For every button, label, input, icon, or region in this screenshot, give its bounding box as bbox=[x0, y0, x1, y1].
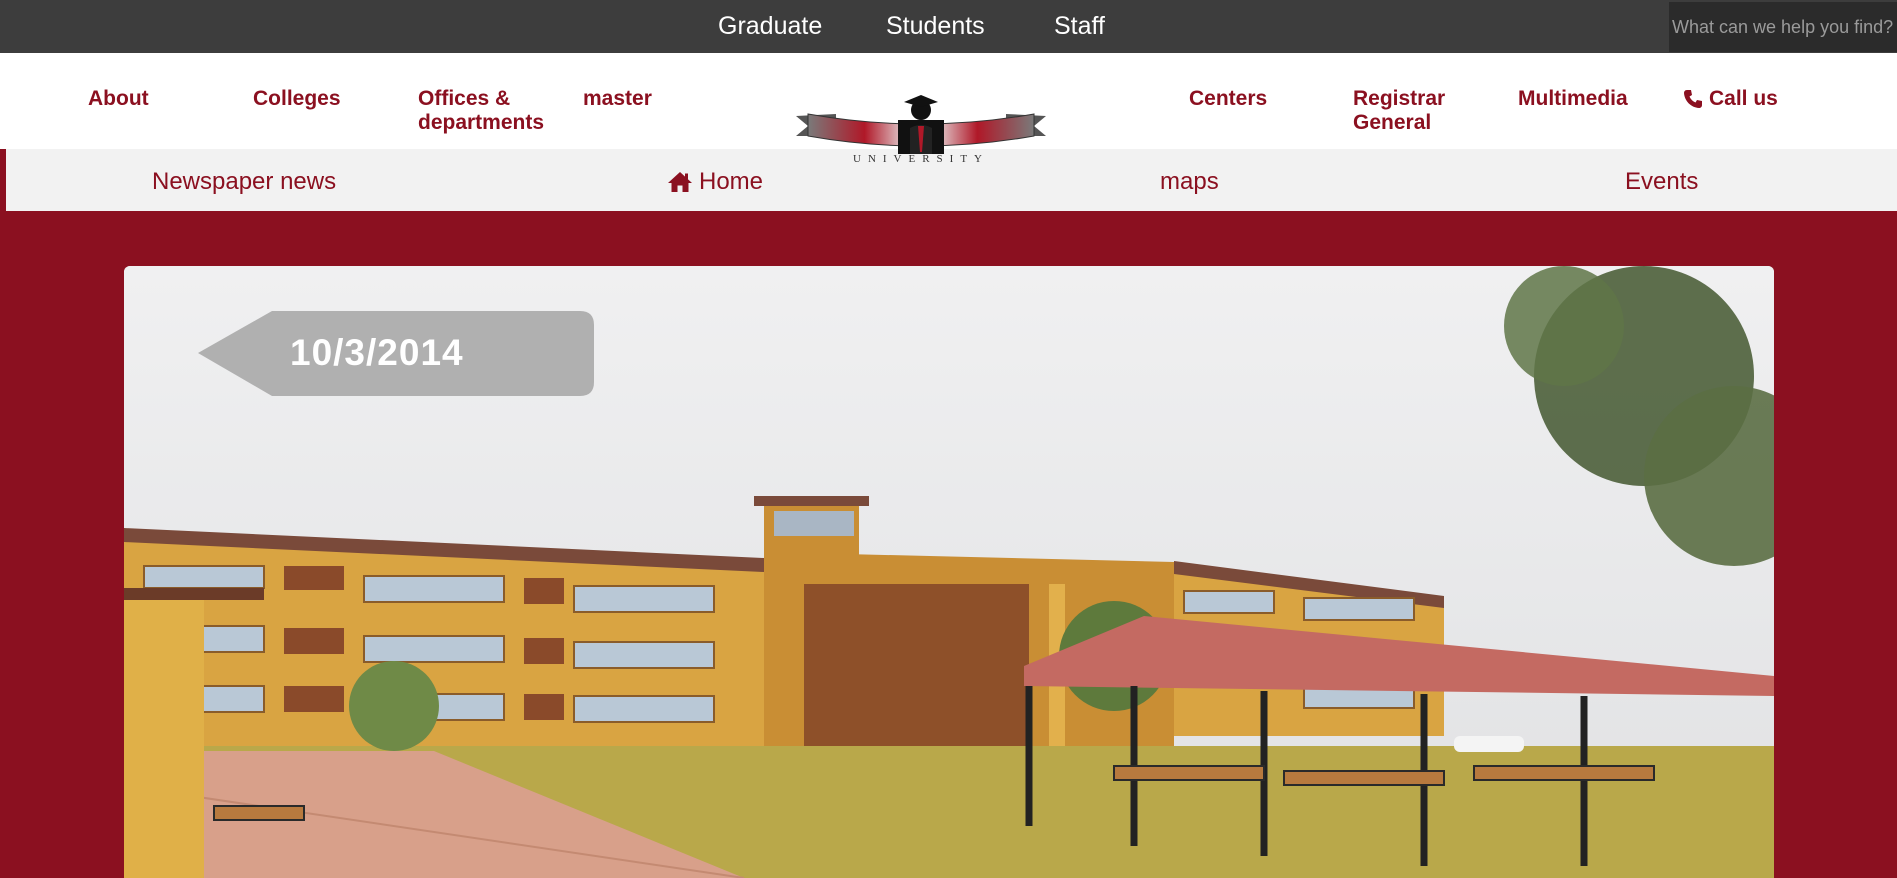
top-link-staff[interactable]: Staff bbox=[1054, 12, 1105, 41]
phone-icon bbox=[1684, 90, 1702, 108]
nav-colleges[interactable]: Colleges bbox=[253, 87, 341, 111]
subnav-newspaper-news[interactable]: Newspaper news bbox=[152, 168, 336, 196]
nav-offices-departments[interactable]: Offices & departments bbox=[418, 87, 558, 135]
nav-multimedia[interactable]: Multimedia bbox=[1518, 87, 1628, 111]
call-us-label: Call us bbox=[1709, 87, 1778, 110]
top-link-students[interactable]: Students bbox=[886, 12, 985, 41]
subnav-home-label: Home bbox=[699, 168, 764, 195]
university-logo[interactable]: UNIVERSITY bbox=[794, 92, 1048, 170]
subnav-maps[interactable]: maps bbox=[1160, 168, 1219, 196]
nav-call-us[interactable]: Call us bbox=[1683, 87, 1778, 111]
top-utility-bar: Graduate Students Staff bbox=[0, 0, 1897, 53]
hero-date-label: 10/3/2014 bbox=[290, 332, 464, 373]
search-input[interactable] bbox=[1669, 2, 1897, 52]
subnav-home[interactable]: Home bbox=[667, 168, 763, 196]
hero-image[interactable]: 10/3/2014 bbox=[124, 266, 1774, 878]
logo-wordmark: UNIVERSITY bbox=[853, 153, 989, 165]
nav-centers[interactable]: Centers bbox=[1189, 87, 1267, 111]
nav-master[interactable]: master bbox=[583, 87, 652, 111]
nav-about[interactable]: About bbox=[88, 87, 149, 111]
nav-registrar-general[interactable]: Registrar General bbox=[1353, 87, 1463, 135]
home-icon bbox=[668, 172, 692, 192]
top-link-graduate[interactable]: Graduate bbox=[718, 12, 822, 41]
subnav-events[interactable]: Events bbox=[1625, 168, 1698, 196]
